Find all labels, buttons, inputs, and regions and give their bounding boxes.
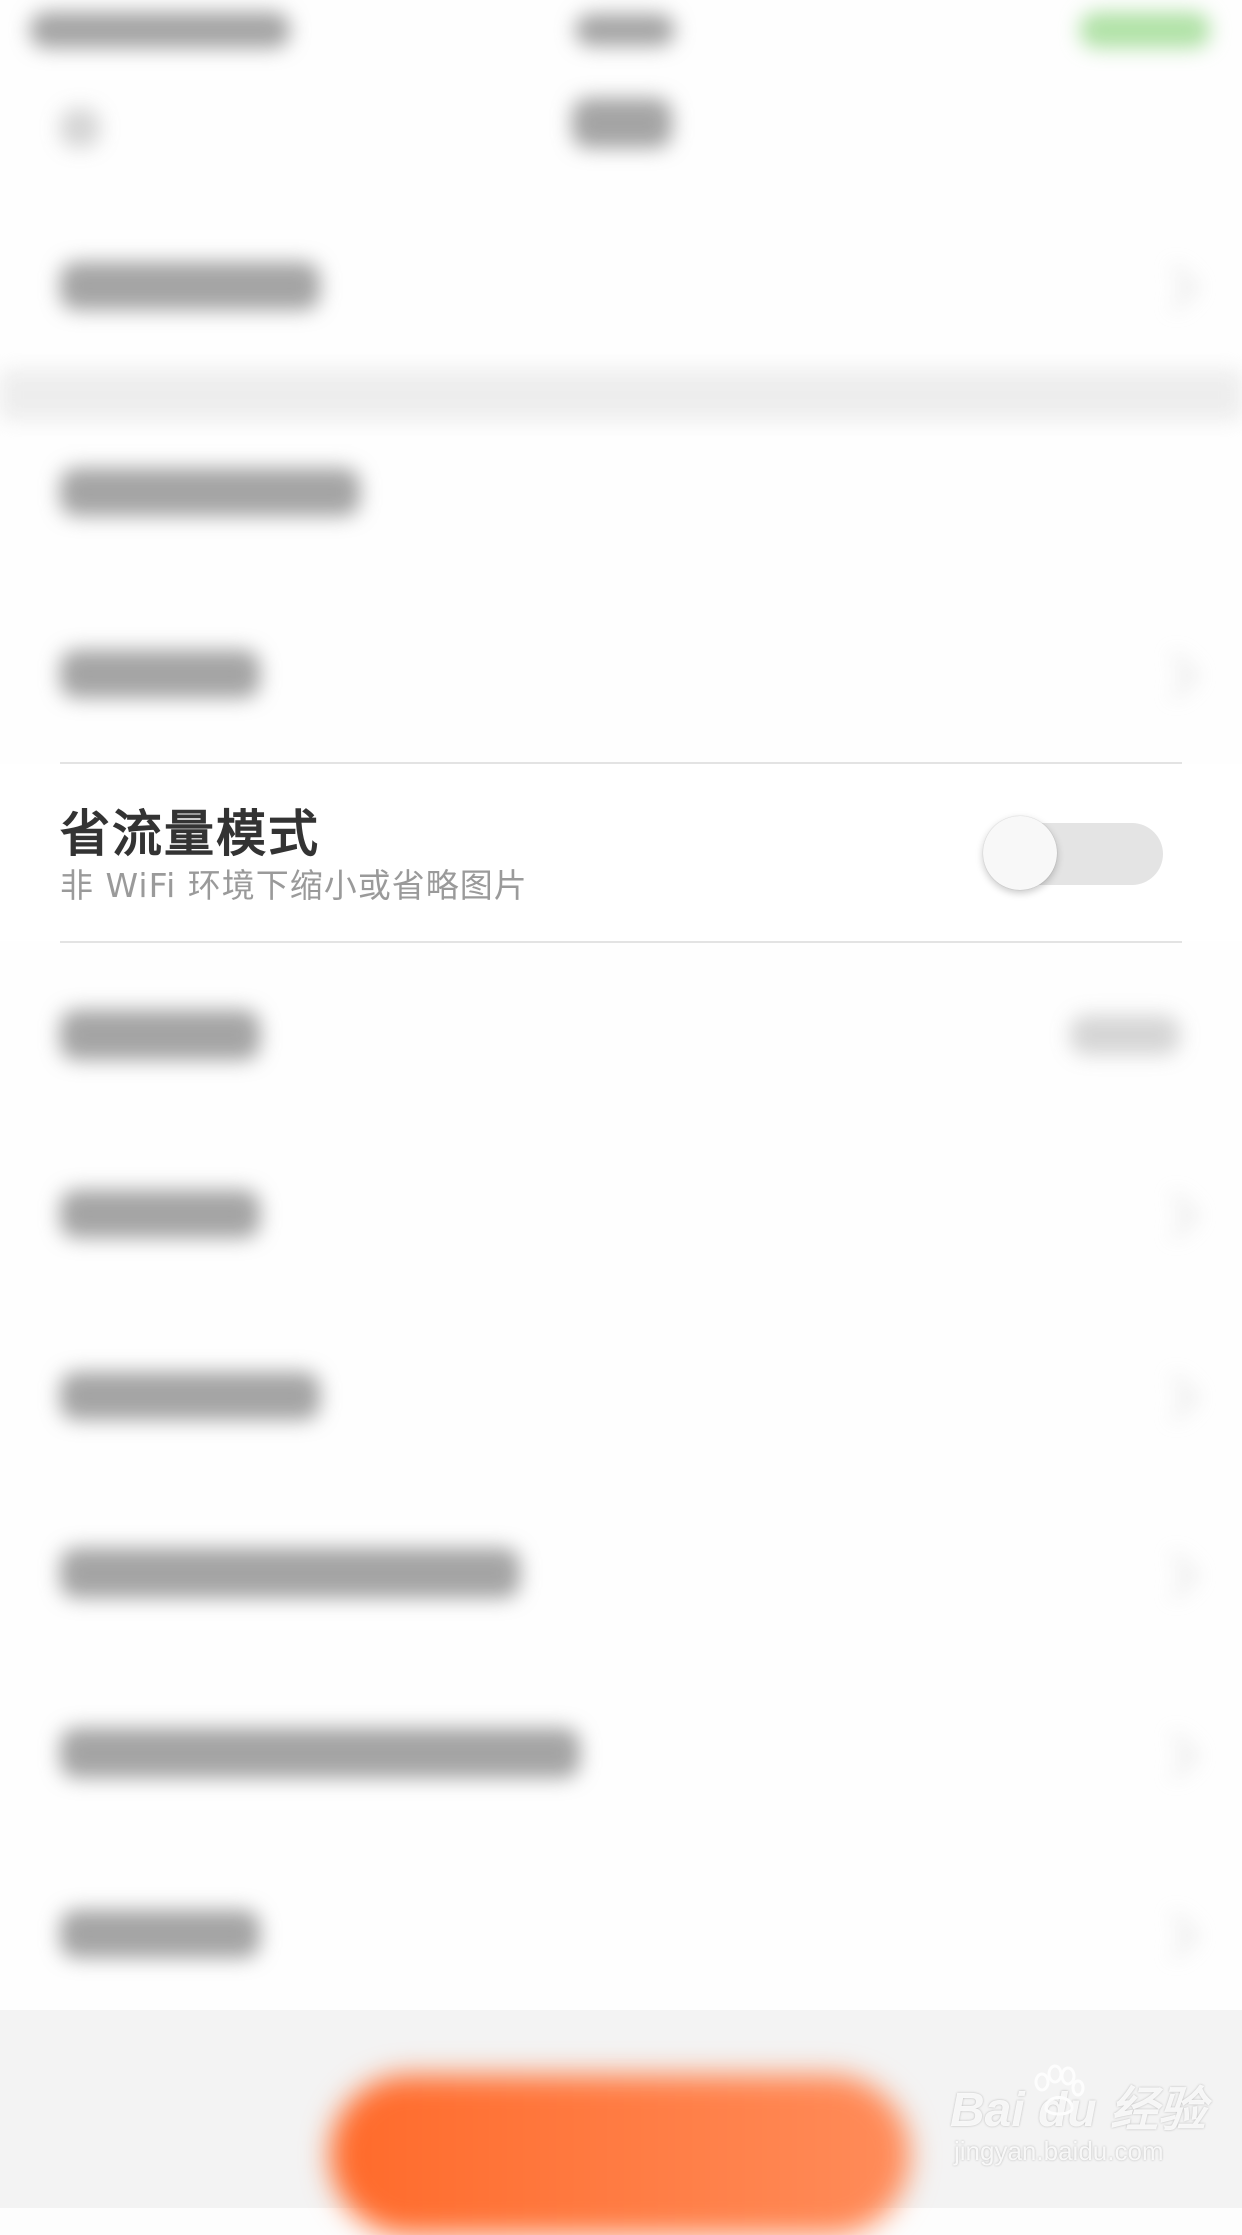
watermark-url: jingyan.baidu.com: [954, 2136, 1164, 2166]
back-icon[interactable]: [60, 108, 100, 148]
chevron-right-icon: [1153, 1193, 1198, 1238]
baidu-jingyan-watermark: Bai du 经验 jingyan.baidu.com: [950, 2064, 1206, 2180]
chevron-right-icon: [1153, 1733, 1198, 1778]
nav-title: [572, 98, 672, 148]
blurred-background: [0, 0, 1242, 2208]
blurred-row-label: [60, 1548, 520, 1598]
chevron-right-icon: [1153, 653, 1198, 698]
blurred-row-label: [60, 1728, 580, 1778]
blurred-row-label: [60, 1910, 260, 1958]
blurred-row-label: [60, 262, 320, 310]
paw-icon: [1034, 2064, 1085, 2116]
chevron-right-icon: [1153, 1553, 1198, 1598]
row-divider: [60, 941, 1182, 943]
setting-row-data-saver: 省流量模式 非 WiFi 环境下缩小或省略图片: [0, 764, 1242, 941]
section-gap: [0, 370, 1242, 420]
settings-page: 省流量模式 非 WiFi 环境下缩小或省略图片 Bai du 经验 jingya…: [0, 0, 1242, 2235]
blurred-row-label: [60, 1190, 260, 1238]
status-bar-carrier: [30, 12, 290, 48]
chevron-right-icon: [1153, 265, 1198, 310]
status-bar-battery: [1080, 12, 1210, 48]
setting-subtitle: 非 WiFi 环境下缩小或省略图片: [60, 866, 528, 905]
setting-title: 省流量模式: [60, 805, 320, 863]
blurred-row-label: [60, 468, 360, 516]
data-saver-toggle[interactable]: [983, 816, 1163, 890]
chevron-right-icon: [1153, 1375, 1198, 1420]
blurred-row-label: [60, 1010, 260, 1060]
blurred-row-label: [60, 1372, 320, 1420]
status-bar-time: [575, 14, 675, 46]
chevron-right-icon: [1153, 1913, 1198, 1958]
toggle-knob[interactable]: [983, 816, 1057, 890]
blurred-row-label: [60, 650, 260, 698]
bottom-action-button[interactable]: [330, 2075, 910, 2235]
blurred-row-value: [1070, 1015, 1180, 1055]
